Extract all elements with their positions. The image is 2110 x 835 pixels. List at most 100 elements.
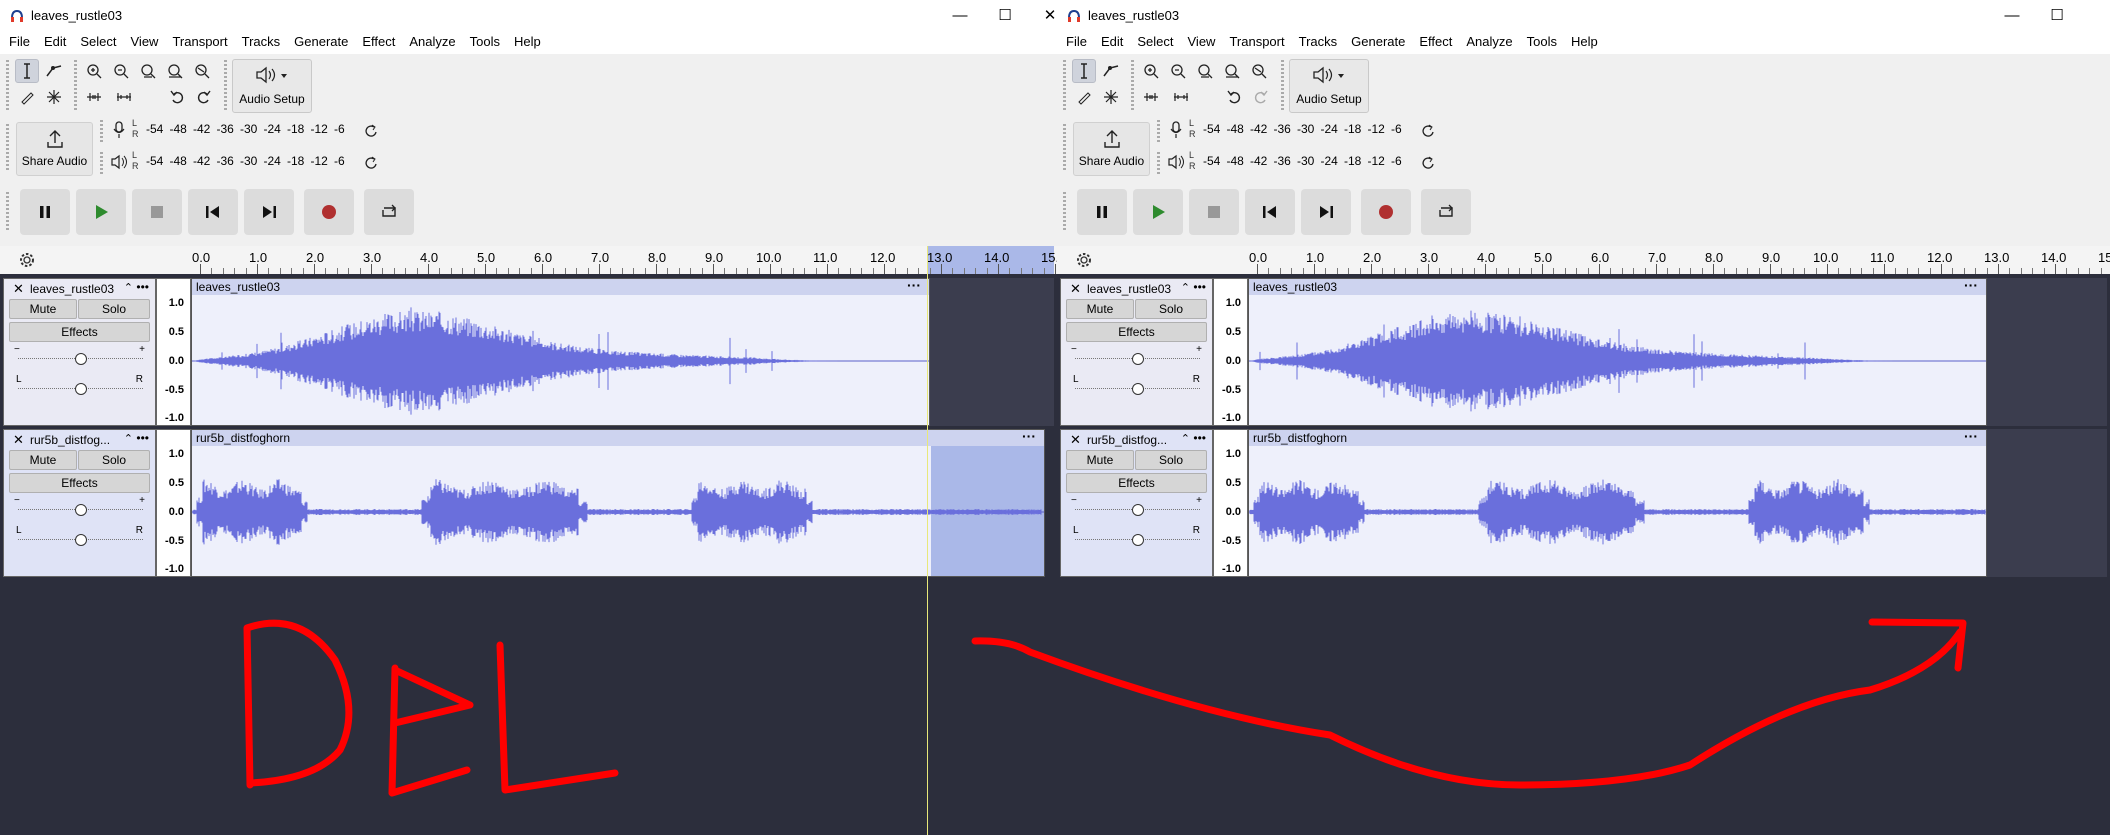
fit-project-icon[interactable]: [163, 59, 187, 83]
skip-to-end-button[interactable]: [1301, 189, 1351, 235]
audio-clip[interactable]: leaves_rustle03 ···: [191, 278, 930, 426]
toolbar-grip[interactable]: [1157, 152, 1160, 174]
pan-slider[interactable]: [18, 534, 143, 546]
menu-generate[interactable]: Generate: [1344, 32, 1412, 52]
toolbar-grip[interactable]: [6, 124, 9, 172]
timeline-ruler[interactable]: 0.0 1.0 2.0 3.0 4.0 5.0 6.0 7.0 8.0 9.0 10.0 11.0 12…: [1057, 246, 2110, 275]
selection-tool-icon[interactable]: [15, 59, 39, 83]
silence-audio-icon[interactable]: [1169, 85, 1193, 109]
tracks-area[interactable]: ✕ leaves_rustle03 ⌃ ••• Mute Solo Effect…: [0, 246, 1057, 835]
empty-track-area[interactable]: [1987, 278, 2107, 426]
redo-icon[interactable]: [192, 85, 216, 109]
timeline-settings-icon[interactable]: [19, 252, 35, 268]
track-control-panel[interactable]: ✕ leaves_rustle03 ⌃ ••• Mute Solo Effect…: [3, 278, 156, 426]
toolbar-grip[interactable]: [74, 60, 77, 110]
record-button[interactable]: [1361, 189, 1411, 235]
toolbar-grip[interactable]: [1063, 124, 1066, 172]
effects-button[interactable]: Effects: [1066, 322, 1207, 342]
envelope-tool-icon[interactable]: [1099, 59, 1123, 83]
clip-header[interactable]: leaves_rustle03 ···: [192, 279, 929, 295]
clip-header[interactable]: rur5b_distfoghorn ···: [192, 430, 1044, 446]
clip-menu-icon[interactable]: ···: [1964, 279, 1978, 293]
stop-button[interactable]: [1189, 189, 1239, 235]
clip-menu-icon[interactable]: ···: [1022, 430, 1036, 444]
playback-meter[interactable]: LR -54 -48 -42 -36 -30 -24 -18 -12 -6: [110, 150, 380, 176]
toolbar-grip[interactable]: [1063, 60, 1066, 110]
meter-reset-icon[interactable]: [1421, 156, 1435, 170]
effects-button[interactable]: Effects: [1066, 473, 1207, 493]
menu-generate[interactable]: Generate: [287, 32, 355, 52]
redo-icon[interactable]: [1249, 85, 1273, 109]
meter-reset-icon[interactable]: [364, 156, 378, 170]
zoom-in-icon[interactable]: [82, 59, 106, 83]
pan-slider-knob[interactable]: [1132, 534, 1144, 546]
solo-button[interactable]: Solo: [78, 299, 150, 319]
effects-button[interactable]: Effects: [9, 322, 150, 342]
menu-effect[interactable]: Effect: [1412, 32, 1459, 52]
track-control-panel[interactable]: ✕ leaves_rustle03 ⌃ ••• Mute Solo Effect…: [1060, 278, 1213, 426]
gain-slider[interactable]: [1075, 353, 1200, 365]
selection-tool-icon[interactable]: [1072, 59, 1096, 83]
clip-header[interactable]: rur5b_distfoghorn ···: [1249, 430, 1986, 446]
menu-effect[interactable]: Effect: [355, 32, 402, 52]
pause-button[interactable]: [1077, 189, 1127, 235]
collapse-chevron-icon[interactable]: ⌃: [124, 281, 133, 294]
gain-slider-knob[interactable]: [1132, 353, 1144, 365]
track-name[interactable]: rur5b_distfog...: [30, 433, 110, 447]
tracks-area[interactable]: ✕ leaves_rustle03 ⌃ ••• Mute Solo Effect…: [1057, 274, 2110, 835]
solo-button[interactable]: Solo: [1135, 299, 1207, 319]
zoom-out-icon[interactable]: [109, 59, 133, 83]
share-audio-button[interactable]: Share Audio: [16, 122, 93, 176]
menu-help[interactable]: Help: [507, 32, 548, 52]
close-track-icon[interactable]: ✕: [13, 432, 24, 448]
clip-name[interactable]: leaves_rustle03: [196, 280, 280, 294]
track-control-panel[interactable]: ✕ rur5b_distfog... ⌃ ••• Mute Solo Effec…: [3, 429, 156, 577]
gain-slider[interactable]: [18, 504, 143, 516]
mute-button[interactable]: Mute: [9, 450, 77, 470]
toolbar-grip[interactable]: [224, 60, 227, 110]
clip-menu-icon[interactable]: ···: [1964, 430, 1978, 444]
multi-tool-icon[interactable]: [42, 85, 66, 109]
track-name[interactable]: leaves_rustle03: [30, 282, 114, 296]
mute-button[interactable]: Mute: [9, 299, 77, 319]
toolbar-grip[interactable]: [1131, 60, 1134, 110]
audio-track[interactable]: ✕ rur5b_distfog... ⌃ ••• Mute Solo Effec…: [3, 429, 1054, 577]
menu-help[interactable]: Help: [1564, 32, 1605, 52]
menu-transport[interactable]: Transport: [165, 32, 234, 52]
loop-button[interactable]: [364, 189, 414, 235]
stop-button[interactable]: [132, 189, 182, 235]
timeline-ruler[interactable]: 0.0 1.0 2.0 3.0 4.0 5.0 6.0 7.0 8.0 9.0 10.0 11.0 12…: [0, 246, 1057, 275]
timeline-settings-icon[interactable]: [1076, 252, 1092, 268]
audio-track[interactable]: ✕ rur5b_distfog... ⌃ ••• Mute Solo Effec…: [1060, 429, 2107, 577]
menu-tools[interactable]: Tools: [1520, 32, 1564, 52]
skip-to-end-button[interactable]: [244, 189, 294, 235]
pause-button[interactable]: [20, 189, 70, 235]
solo-button[interactable]: Solo: [78, 450, 150, 470]
envelope-tool-icon[interactable]: [42, 59, 66, 83]
collapse-chevron-icon[interactable]: ⌃: [124, 432, 133, 445]
solo-button[interactable]: Solo: [1135, 450, 1207, 470]
pan-slider-knob[interactable]: [75, 534, 87, 546]
menu-edit[interactable]: Edit: [37, 32, 73, 52]
toolbar-grip[interactable]: [6, 192, 9, 232]
track-menu-icon[interactable]: •••: [1193, 431, 1206, 445]
pan-slider-knob[interactable]: [1132, 383, 1144, 395]
trim-audio-icon[interactable]: [1139, 85, 1163, 109]
menu-file[interactable]: File: [2, 32, 37, 52]
gain-slider-knob[interactable]: [75, 504, 87, 516]
clip-name[interactable]: rur5b_distfoghorn: [1253, 431, 1347, 445]
toolbar-grip[interactable]: [100, 120, 103, 142]
recording-meter[interactable]: LR -54 -48 -42 -36 -30 -24 -18 -12 -6: [110, 118, 380, 144]
audio-clip[interactable]: leaves_rustle03 ···: [1248, 278, 1987, 426]
pan-slider-knob[interactable]: [75, 383, 87, 395]
collapse-chevron-icon[interactable]: ⌃: [1181, 281, 1190, 294]
menu-tracks[interactable]: Tracks: [1292, 32, 1345, 52]
menu-transport[interactable]: Transport: [1222, 32, 1291, 52]
menu-analyze[interactable]: Analyze: [402, 32, 462, 52]
audio-clip[interactable]: rur5b_distfoghorn ···: [1248, 429, 1987, 577]
silence-audio-icon[interactable]: [112, 85, 136, 109]
skip-to-start-button[interactable]: [1245, 189, 1295, 235]
menu-view[interactable]: View: [124, 32, 166, 52]
zoom-out-icon[interactable]: [1166, 59, 1190, 83]
zoom-in-icon[interactable]: [1139, 59, 1163, 83]
